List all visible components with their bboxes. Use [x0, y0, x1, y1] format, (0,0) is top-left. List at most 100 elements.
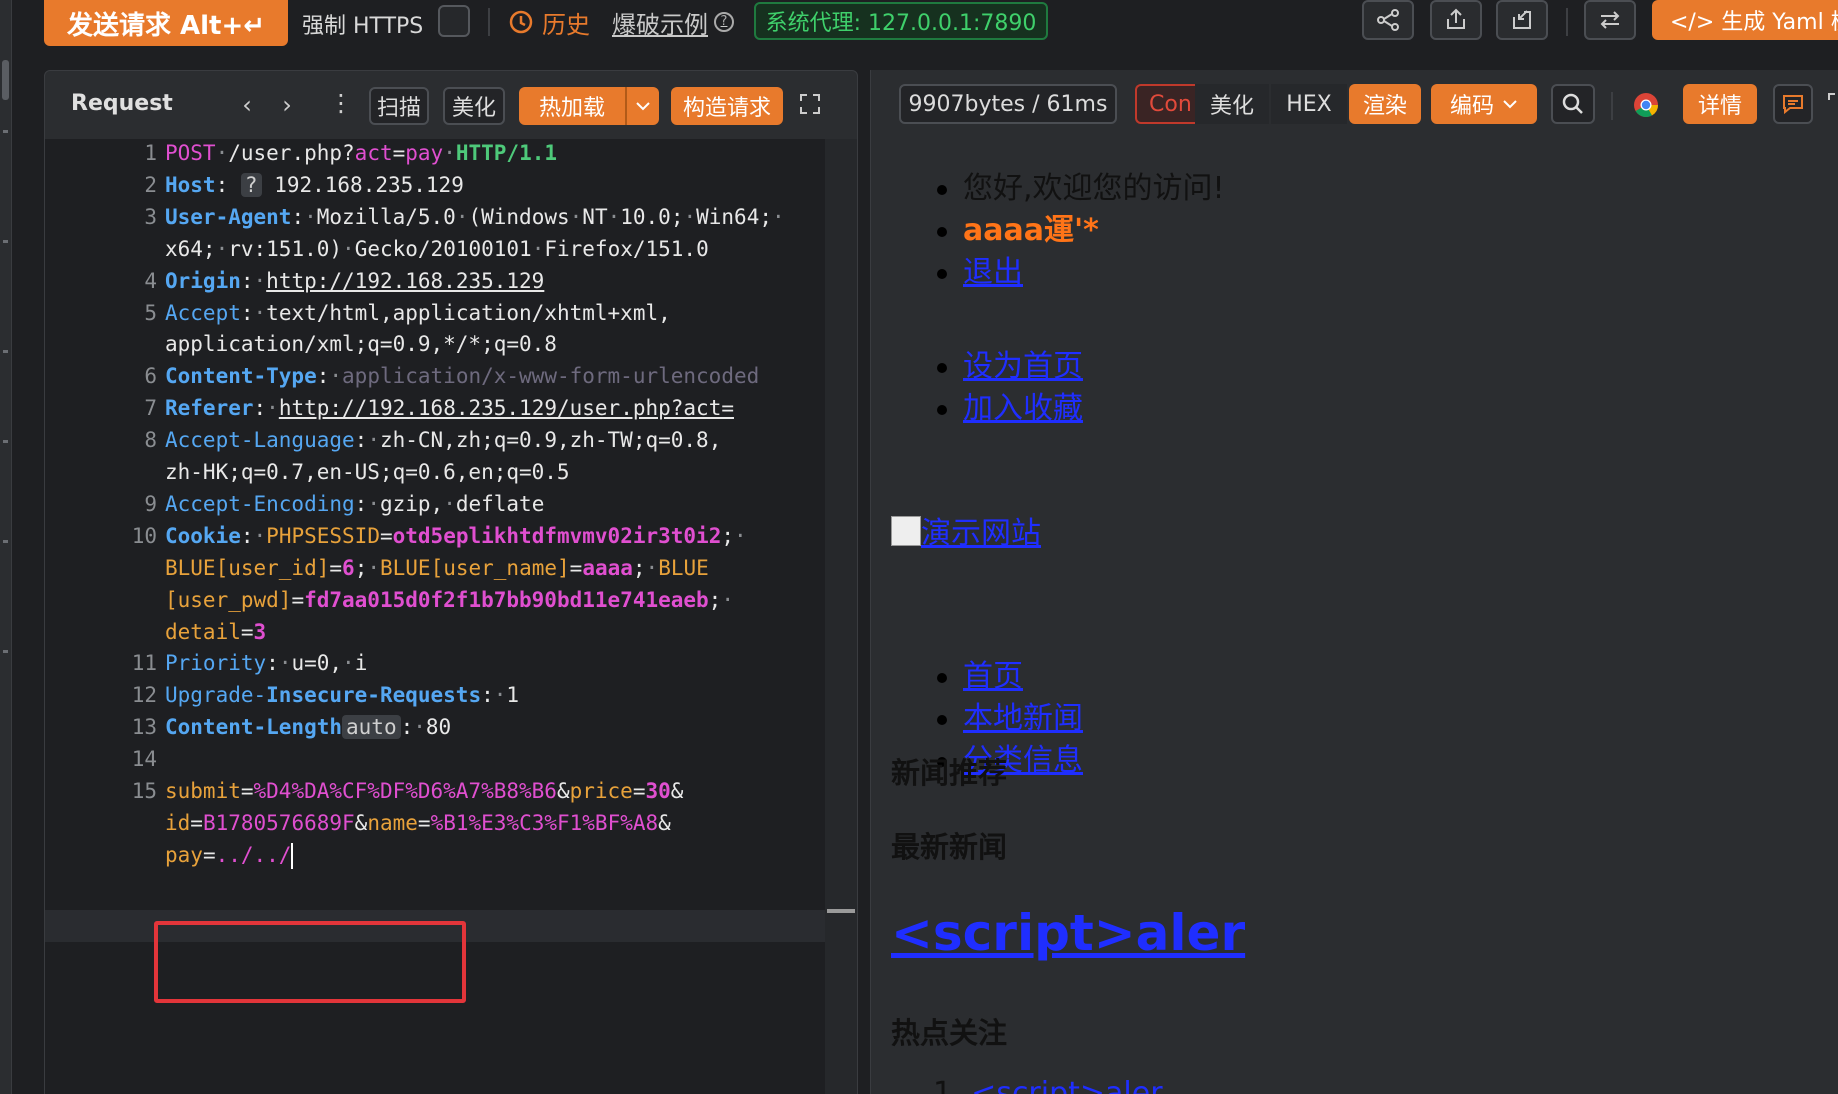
tab-render[interactable]: 渲染 — [1349, 84, 1421, 124]
encode-dropdown[interactable]: 编码 — [1431, 84, 1537, 124]
line-number: 4 — [144, 268, 157, 293]
expand-icon[interactable] — [1827, 92, 1838, 118]
code-token: Accept — [165, 300, 241, 325]
code-token: BLUE[user_name] — [380, 555, 570, 580]
more-options-icon[interactable]: ⋮ — [329, 89, 353, 117]
system-proxy-badge[interactable]: 系统代理: 127.0.0.1:7890 — [754, 2, 1048, 40]
code-text: Accept:·text/html,application/xhtml+xml, — [165, 301, 671, 325]
code-line[interactable]: 1 POST·/user.php?act=pay·HTTP/1.1 — [45, 141, 825, 173]
logo-link[interactable]: 演示网站 — [921, 508, 1041, 552]
details-button[interactable]: 详情 — [1683, 84, 1757, 124]
chevron-right-icon[interactable]: › — [275, 93, 299, 117]
share-button[interactable] — [1362, 0, 1414, 40]
code-token: · — [734, 523, 747, 548]
upload-button[interactable] — [1430, 0, 1482, 40]
beautify-button[interactable]: 美化 — [443, 87, 505, 125]
generate-yaml-button[interactable]: </> 生成 Yaml 模 — [1652, 0, 1838, 40]
code-line[interactable]: 15 submit=%D4%DA%CF%DF%D6%A7%B8%B6&price=… — [45, 779, 825, 811]
brute-force-examples-link[interactable]: 爆破示例 ? — [612, 4, 734, 40]
code-text: Content-Length auto:·80 — [165, 715, 452, 740]
tab-hex[interactable]: HEX — [1271, 84, 1347, 124]
code-line[interactable]: 12 Upgrade-Insecure-Requests:·1 — [45, 683, 825, 715]
code-token: · — [683, 204, 697, 229]
xss-link[interactable]: <script>aler — [891, 904, 1245, 962]
code-line[interactable]: 8 Accept-Language:·zh-CN,zh;q=0.9,zh-TW;q… — [45, 428, 825, 460]
nav-local-news-link[interactable]: 本地新闻 — [963, 701, 1083, 736]
code-token: : — [240, 300, 254, 325]
code-line[interactable]: 14 — [45, 747, 825, 779]
code-token: 80 — [425, 715, 452, 740]
code-line[interactable]: 7 Referer:·http://192.168.235.129/user.ph… — [45, 396, 825, 428]
welcome-list: 您好,欢迎您的访问! aaaa運'* 退出 — [937, 168, 1225, 294]
code-text: Host: ? 192.168.235.129 — [165, 172, 464, 197]
tab-content[interactable]: Con — [1135, 84, 1195, 124]
comment-button[interactable] — [1773, 84, 1813, 124]
code-token: · — [329, 364, 343, 389]
code-line[interactable]: detail=3 — [45, 620, 825, 652]
help-icon[interactable]: ? — [714, 12, 734, 32]
code-line[interactable]: pay=../../ — [45, 842, 825, 875]
code-line[interactable]: [user_pwd]=fd7aa015d0f2f1b7bb90bd11e741e… — [45, 588, 825, 620]
chevron-left-icon[interactable]: ‹ — [235, 93, 259, 117]
code-line[interactable]: 13 Content-Length auto:·80 — [45, 715, 825, 747]
code-line[interactable]: zh-HK;q=0.7,en-US;q=0.6,en;q=0.5 — [45, 460, 825, 492]
code-text: Accept-Encoding:·gzip,·deflate — [165, 492, 544, 516]
code-token: (Windows — [468, 204, 570, 229]
tab-beautify[interactable]: 美化 — [1195, 84, 1269, 124]
code-token: : — [354, 428, 368, 453]
inline-chip[interactable]: auto — [342, 715, 401, 740]
code-token: submit — [165, 779, 241, 803]
code-line[interactable]: application/xml;q=0.9,*/*;q=0.8 — [45, 332, 825, 364]
code-token: = — [190, 810, 203, 835]
hotload-button[interactable]: 热加载 — [519, 87, 625, 125]
history-button[interactable]: 历史 — [508, 4, 590, 40]
logo-alt-text: 演示网站 — [921, 516, 1041, 551]
gutter-mark — [3, 130, 8, 133]
text-cursor — [291, 842, 294, 869]
swap-button[interactable] — [1584, 0, 1636, 40]
code-line[interactable]: 9 Accept-Encoding:·gzip,·deflate — [45, 492, 825, 524]
add-favorite-link[interactable]: 加入收藏 — [963, 391, 1083, 426]
expand-icon[interactable] — [799, 93, 821, 119]
code-line[interactable]: 2 Host: ? 192.168.235.129 — [45, 172, 825, 205]
code-token: 30 — [645, 779, 671, 803]
code-token: 3 — [253, 619, 267, 644]
code-line[interactable]: 11 Priority:·u=0,·i — [45, 651, 825, 683]
news-recommend-heading: 新闻推荐 — [891, 756, 1008, 790]
comment-icon — [1783, 95, 1803, 115]
hotload-dropdown[interactable] — [625, 87, 659, 125]
code-line[interactable]: x64;·rv:151.0)·Gecko/20100101·Firefox/15… — [45, 237, 825, 269]
code-line[interactable]: 3 User-Agent:·Mozilla/5.0·(Windows·NT·10.… — [45, 205, 825, 237]
import-button[interactable] — [1496, 0, 1548, 40]
chrome-icon[interactable] — [1633, 92, 1659, 118]
list-item: 设为首页 — [937, 346, 1083, 388]
code-token: otd5eplikhtdfmvmv02ir3t0i2 — [392, 523, 722, 548]
inline-chip[interactable]: ? — [240, 172, 262, 197]
code-line[interactable]: 10 Cookie:·PHPSESSID=otd5eplikhtdfmvmv02i… — [45, 524, 825, 556]
left-scroll-thumb[interactable] — [2, 60, 9, 100]
nav-home-link[interactable]: 首页 — [963, 659, 1023, 694]
search-button[interactable] — [1551, 84, 1595, 124]
code-token: · — [253, 268, 267, 293]
code-line[interactable]: id=B1780576689F&name=%B1%E3%C3%F1%BF%A8& — [45, 811, 825, 843]
latest-news-heading: 最新新闻 — [891, 830, 1008, 864]
logout-link[interactable]: 退出 — [963, 255, 1023, 290]
editor-scrollbar[interactable] — [825, 139, 857, 1094]
code-token: : — [253, 396, 267, 421]
code-line[interactable]: 6 Content-Type:·application/x-www-form-ur… — [45, 364, 825, 396]
code-line[interactable]: 5 Accept:·text/html,application/xhtml+xml… — [45, 301, 825, 333]
code-text: User-Agent:·Mozilla/5.0·(Windows·NT·10.0… — [165, 205, 785, 229]
set-homepage-link[interactable]: 设为首页 — [963, 349, 1083, 384]
code-text: Referer:·http://192.168.235.129/user.php… — [165, 396, 734, 420]
hot-item-link[interactable]: <script>aler — [971, 1076, 1162, 1094]
code-line[interactable]: 4 Origin:·http://192.168.235.129 — [45, 269, 825, 301]
send-request-button[interactable]: 发送请求 Alt+↵ — [44, 0, 288, 46]
editor-scroll-thumb[interactable] — [827, 909, 855, 913]
code-line[interactable]: BLUE[user_id]=6;·BLUE[user_name]=aaaa;·B… — [45, 556, 825, 588]
force-https-checkbox[interactable] — [438, 5, 470, 37]
request-editor[interactable]: 1 POST·/user.php?act=pay·HTTP/1.1 2 Host: ?… — [45, 139, 825, 1094]
code-token: : — [291, 204, 305, 229]
scan-button[interactable]: 扫描 — [369, 87, 429, 125]
construct-request-button[interactable]: 构造请求 — [671, 87, 783, 125]
code-token: = — [291, 587, 305, 612]
